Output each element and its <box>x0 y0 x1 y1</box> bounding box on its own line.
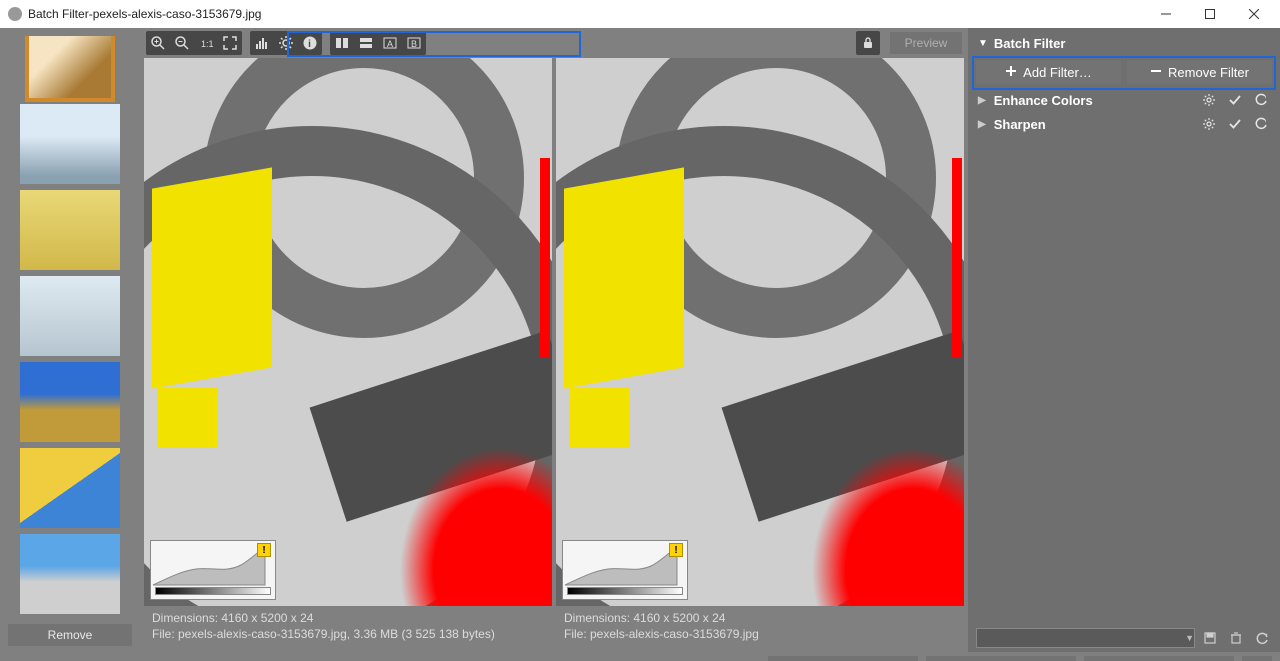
warning-icon: ! <box>669 543 683 557</box>
check-icon[interactable] <box>1226 115 1244 133</box>
apply-to-all-button[interactable]: Apply to All <box>768 656 918 661</box>
apply-button[interactable]: Apply <box>926 656 1076 661</box>
split-vertical-icon[interactable] <box>330 31 354 55</box>
zoom-fit-icon[interactable] <box>218 31 242 55</box>
filters-panel: ▼ Batch Filter Add Filter… Remove Filter <box>968 28 1280 652</box>
reset-icon[interactable] <box>1252 91 1270 109</box>
check-icon[interactable] <box>1226 91 1244 109</box>
thumbnail-sidebar: Remove <box>0 28 140 652</box>
preview-button[interactable]: Preview <box>890 32 962 54</box>
window-maximize-button[interactable] <box>1188 0 1232 28</box>
chevron-down-icon: ▼ <box>978 38 988 49</box>
thumbnail-item[interactable] <box>20 448 120 528</box>
preview-toolbar: 1:1 <box>140 28 968 58</box>
bottom-button-row: Apply to All Apply Cancel <box>0 652 1280 661</box>
thumbnail-item[interactable] <box>29 36 111 98</box>
svg-text:1:1: 1:1 <box>201 39 214 49</box>
preview-image-original[interactable]: ! <box>144 58 552 606</box>
panel-title: Batch Filter <box>994 36 1066 51</box>
filter-item-enhance-colors[interactable]: ▶ Enhance Colors <box>968 88 1280 112</box>
plus-icon <box>1005 65 1017 80</box>
thumbnail-item[interactable] <box>20 190 120 270</box>
minus-icon <box>1150 65 1162 80</box>
title-app-name: Batch Filter <box>28 7 89 21</box>
gradient-bar <box>567 587 683 595</box>
dimensions-label: Dimensions: 4160 x 5200 x 24 <box>564 610 956 626</box>
preview-area: ! Dimensions: 4160 x 5200 x 24 File: pex… <box>140 58 968 652</box>
show-original-icon[interactable]: A <box>378 31 402 55</box>
histogram-icon[interactable] <box>250 31 274 55</box>
preset-dropdown[interactable] <box>976 628 1195 648</box>
exposure-warning-icon[interactable] <box>274 31 298 55</box>
lock-icon[interactable] <box>856 31 880 55</box>
remove-filter-label: Remove Filter <box>1168 65 1249 80</box>
thumbnail-item[interactable] <box>20 104 120 184</box>
app-window: Batch Filter - pexels-alexis-caso-315367… <box>0 0 1280 661</box>
zoom-in-icon[interactable] <box>146 31 170 55</box>
window-close-button[interactable] <box>1232 0 1276 28</box>
compare-group: A B <box>330 31 426 55</box>
thumbnail-item[interactable] <box>20 362 120 442</box>
remove-button[interactable]: Remove <box>8 624 132 646</box>
svg-text:B: B <box>411 39 417 49</box>
window-minimize-button[interactable] <box>1144 0 1188 28</box>
filter-item-sharpen[interactable]: ▶ Sharpen <box>968 112 1280 136</box>
thumbnail-list[interactable] <box>8 36 132 614</box>
image-meta-result: Dimensions: 4160 x 5200 x 24 File: pexel… <box>556 606 964 648</box>
dimensions-label: Dimensions: 4160 x 5200 x 24 <box>152 610 544 626</box>
client-area: Remove 1:1 <box>0 28 1280 661</box>
panel-header[interactable]: ▼ Batch Filter <box>968 28 1280 58</box>
filter-name: Enhance Colors <box>994 93 1192 108</box>
preview-pane-original: ! Dimensions: 4160 x 5200 x 24 File: pex… <box>144 58 552 648</box>
app-icon <box>8 7 22 21</box>
center-area: 1:1 <box>140 28 968 652</box>
reset-icon[interactable] <box>1252 115 1270 133</box>
add-filter-button[interactable]: Add Filter… <box>976 60 1121 84</box>
gear-icon[interactable] <box>1200 91 1218 109</box>
main-row: Remove 1:1 <box>0 28 1280 652</box>
thumbnail-item[interactable] <box>20 534 120 614</box>
undo-preset-icon[interactable] <box>1252 628 1272 648</box>
preset-row: ▼ <box>968 624 1280 652</box>
titlebar: Batch Filter - pexels-alexis-caso-315367… <box>0 0 1280 28</box>
split-horizontal-icon[interactable] <box>354 31 378 55</box>
zoom-actual-icon[interactable]: 1:1 <box>194 31 218 55</box>
preview-pane-result: ! Dimensions: 4160 x 5200 x 24 File: pex… <box>556 58 964 648</box>
gradient-bar <box>155 587 271 595</box>
thumbnail-item[interactable] <box>20 276 120 356</box>
file-label: File: pexels-alexis-caso-3153679.jpg, 3.… <box>152 626 544 642</box>
filter-name: Sharpen <box>994 117 1192 132</box>
chevron-right-icon: ▶ <box>978 95 986 106</box>
warning-icon: ! <box>257 543 271 557</box>
undo-button[interactable] <box>1242 656 1272 661</box>
remove-filter-button[interactable]: Remove Filter <box>1127 60 1272 84</box>
zoom-group: 1:1 <box>146 31 242 55</box>
svg-text:A: A <box>387 39 393 49</box>
chevron-right-icon: ▶ <box>978 119 986 130</box>
gear-icon[interactable] <box>1200 115 1218 133</box>
image-meta-original: Dimensions: 4160 x 5200 x 24 File: pexel… <box>144 606 552 648</box>
filter-buttons-row: Add Filter… Remove Filter <box>968 58 1280 88</box>
preview-image-result[interactable]: ! <box>556 58 964 606</box>
show-result-icon[interactable]: B <box>402 31 426 55</box>
add-filter-label: Add Filter… <box>1023 65 1092 80</box>
save-preset-icon[interactable] <box>1200 628 1220 648</box>
svg-text:i: i <box>308 39 311 50</box>
file-label: File: pexels-alexis-caso-3153679.jpg <box>564 626 956 642</box>
chevron-down-icon: ▼ <box>1185 633 1194 643</box>
cancel-button[interactable]: Cancel <box>1084 656 1234 661</box>
info-icon[interactable]: i <box>298 31 322 55</box>
display-options-group: i <box>250 31 322 55</box>
title-file-name: pexels-alexis-caso-3153679.jpg <box>93 7 262 21</box>
histogram-overlay: ! <box>150 540 276 600</box>
zoom-out-icon[interactable] <box>170 31 194 55</box>
delete-preset-icon[interactable] <box>1226 628 1246 648</box>
histogram-overlay: ! <box>562 540 688 600</box>
